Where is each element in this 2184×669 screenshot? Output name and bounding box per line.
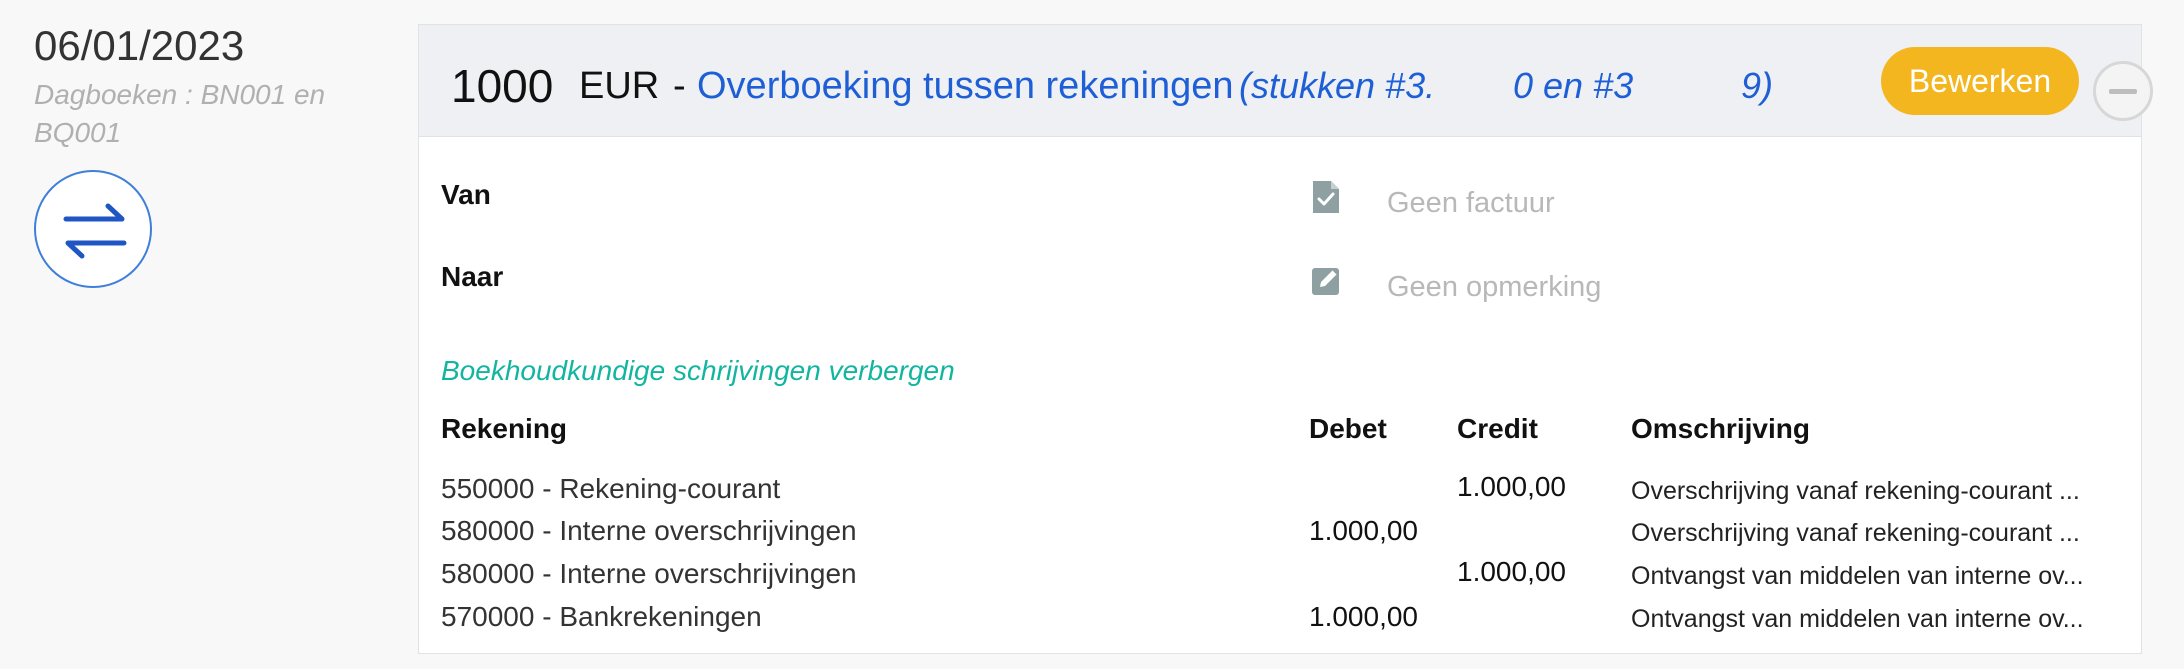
currency: EUR (579, 65, 660, 107)
table-row-description: Overschrijving vanaf rekening-courant ..… (1631, 519, 2080, 547)
table-row-credit: 1.000,00 (1457, 556, 1566, 587)
table-row-description: Ontvangst van middelen van interne ov... (1631, 562, 2084, 590)
column-header-credit: Credit (1457, 413, 1538, 444)
column-header-debit: Debet (1309, 413, 1387, 444)
pieces-link-part1[interactable]: (stukken #3. (1239, 65, 1435, 107)
table-row-account: 570000 - Bankrekeningen (441, 601, 762, 632)
toggle-entries-link[interactable]: Boekhoudkundige schrijvingen verbergen (441, 355, 955, 387)
from-label: Van (441, 179, 491, 210)
transaction-card: 1000 EUR - Overboeking tussen rekeningen… (418, 24, 2153, 654)
table-row-debit: 1.000,00 (1309, 515, 1418, 546)
edit-button[interactable]: Bewerken (1881, 47, 2079, 115)
table-row-credit: 1.000,00 (1457, 471, 1566, 502)
invoice-status: Geen factuur (1387, 187, 1555, 219)
table-row-account: 580000 - Interne overschrijvingen (441, 558, 857, 589)
pieces-link-part2[interactable]: 0 en #3 (1513, 65, 1633, 107)
table-row-description: Ontvangst van middelen van interne ov... (1631, 605, 2084, 633)
card-header: 1000 EUR - Overboeking tussen rekeningen… (419, 25, 2153, 137)
title-separator: - (673, 65, 686, 107)
journals-label: Dagboeken : BN001 en BQ001 (34, 79, 326, 148)
column-header-account: Rekening (441, 413, 568, 444)
to-label: Naar (441, 261, 504, 292)
table-row-account: 580000 - Interne overschrijvingen (441, 515, 857, 546)
edit-note-icon (1309, 263, 1343, 299)
entry-date: 06/01/2023 (34, 22, 245, 69)
table-row-account: 550000 - Rekening-courant (441, 473, 781, 504)
transfer-arrows-icon (34, 170, 152, 288)
table-row-debit: 1.000,00 (1309, 601, 1418, 632)
pieces-link-part3[interactable]: 9) (1741, 65, 1773, 107)
column-header-description: Omschrijving (1631, 413, 1810, 444)
document-check-icon (1309, 179, 1343, 215)
collapse-icon[interactable] (2093, 61, 2153, 121)
amount: 1000 (451, 60, 554, 112)
transaction-title[interactable]: Overboeking tussen rekeningen (697, 65, 1234, 108)
remark-status: Geen opmerking (1387, 271, 1602, 303)
table-row-description: Overschrijving vanaf rekening-courant ..… (1631, 477, 2080, 505)
